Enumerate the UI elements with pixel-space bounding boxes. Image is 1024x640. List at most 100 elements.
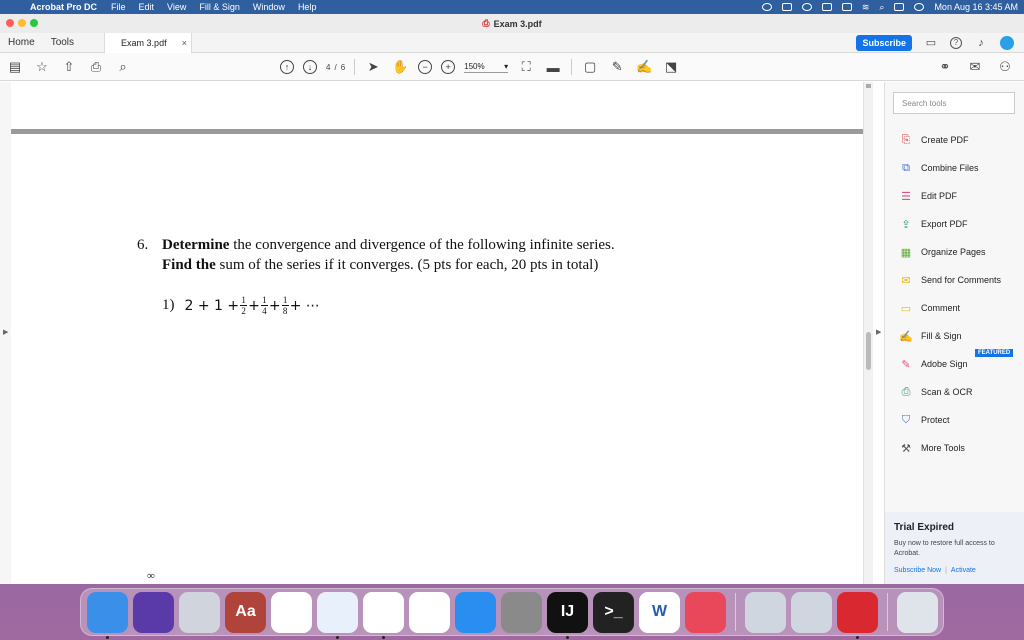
app-menu[interactable]: Acrobat Pro DC (30, 2, 97, 12)
photos-icon[interactable] (363, 591, 404, 639)
tool-create-pdf[interactable]: ⎘ Create PDF (899, 126, 1001, 154)
app-store-icon[interactable] (455, 591, 496, 633)
vertical-scrollbar[interactable] (863, 82, 873, 584)
tab-home[interactable]: Home (0, 37, 43, 48)
menu-window[interactable]: Window (253, 2, 285, 12)
safari-icon[interactable] (317, 591, 358, 639)
clock[interactable]: Mon Aug 16 3:45 AM (934, 2, 1018, 12)
menu-file[interactable]: File (111, 2, 126, 12)
notifications-bell-icon[interactable]: ♪ (972, 37, 990, 49)
spotlight-icon[interactable]: ⌕ (879, 2, 884, 13)
status-flag-icon[interactable] (821, 3, 832, 11)
siri-menubar-icon[interactable] (914, 3, 925, 11)
tool-adobe-sign[interactable]: ✎ Adobe Sign FEATURED (899, 349, 1014, 378)
word-icon[interactable]: W (639, 591, 680, 633)
chevron-down-icon: ▾ (504, 61, 509, 71)
zoom-in-icon[interactable]: + (441, 60, 456, 74)
status-timer-icon[interactable] (801, 3, 812, 11)
siri-icon[interactable] (133, 591, 174, 633)
tool-protect[interactable]: ⛉ Protect (899, 406, 1001, 434)
tool-export-pdf[interactable]: ⇪ Export PDF (899, 210, 1001, 238)
tool-scan-ocr[interactable]: ⎙ Scan & OCR (899, 378, 1001, 406)
tool-label: More Tools (921, 443, 965, 453)
fraction: 1 4 (260, 295, 268, 316)
tool-comment[interactable]: ▭ Comment (899, 294, 1001, 322)
fraction: 1 8 (281, 295, 289, 316)
scrollbar-thumb[interactable] (866, 332, 871, 370)
send-comments-icon: ✉ (901, 274, 911, 287)
system-preferences-icon[interactable] (501, 591, 542, 633)
tool-send-for-comments[interactable]: ✉ Send for Comments (899, 266, 1001, 294)
search-tools-input[interactable]: Search tools (893, 92, 1015, 114)
fit-page-icon[interactable]: ⛶ (517, 59, 535, 75)
trash-icon[interactable] (897, 591, 938, 633)
tool-fill-sign[interactable]: ✍ Fill & Sign (899, 322, 1001, 350)
maximize-window-button[interactable] (30, 19, 38, 27)
previous-page-icon[interactable]: ↑ (280, 60, 294, 74)
menubar: Acrobat Pro DC File Edit View Fill & Sig… (0, 0, 1024, 14)
document-viewer[interactable]: ▶ 6. Determine the convergence and diverg… (0, 82, 884, 584)
chat-icon[interactable]: ▭ (922, 36, 940, 49)
zoom-select[interactable]: 150% ▾ (464, 61, 509, 73)
menu-view[interactable]: View (167, 2, 186, 12)
menu-fill-sign[interactable]: Fill & Sign (199, 2, 240, 12)
status-phone-icon[interactable] (781, 3, 792, 11)
stamp-tool-icon[interactable]: ⬔ (662, 59, 680, 75)
launchpad-icon[interactable] (179, 591, 220, 633)
email-icon[interactable]: ✉ (966, 59, 984, 75)
pen-tool-icon[interactable]: ✎ (608, 59, 626, 75)
expand-left-panel-icon[interactable]: ▶ (3, 328, 8, 336)
current-page-input[interactable]: 4 (326, 63, 330, 72)
save-icon[interactable]: ▤ (6, 59, 24, 75)
subscribe-now-link[interactable]: Subscribe Now (894, 567, 941, 574)
search-document-icon[interactable]: ⌕ (114, 59, 132, 75)
hand-tool-icon[interactable]: ✋ (391, 59, 409, 75)
subscribe-button[interactable]: Subscribe (856, 34, 912, 51)
sign-tool-icon[interactable]: ✍ (635, 59, 653, 75)
terminal-icon[interactable]: >_ (593, 591, 634, 633)
fraction: 1 2 (240, 295, 248, 316)
featured-badge: FEATURED (975, 349, 1014, 357)
print-icon[interactable]: ⎙ (87, 59, 105, 75)
status-app-icon[interactable] (761, 3, 772, 11)
close-tab-icon[interactable]: × (182, 38, 187, 48)
fill-sign-icon: ✍ (899, 330, 913, 343)
user-avatar[interactable] (1000, 35, 1014, 50)
intellij-icon[interactable]: IJ (547, 591, 588, 639)
page-indicator[interactable]: 4 / 6 (326, 63, 345, 72)
tool-edit-pdf[interactable]: ☰ Edit PDF (899, 182, 1001, 210)
photo-preview-icon[interactable] (791, 591, 832, 633)
tool-organize-pages[interactable]: ▦ Organize Pages (899, 238, 1001, 266)
measure-icon[interactable]: ▬ (544, 60, 562, 75)
activate-link[interactable]: Activate (951, 567, 976, 574)
control-center-icon[interactable] (894, 3, 905, 11)
add-people-icon[interactable]: ⚇ (996, 59, 1014, 75)
quicktime-icon[interactable] (745, 591, 786, 633)
share-link-icon[interactable]: ⚭ (936, 59, 954, 75)
menu-help[interactable]: Help (298, 2, 317, 12)
chrome-icon[interactable] (271, 591, 312, 633)
menu-edit[interactable]: Edit (139, 2, 155, 12)
preview-icon[interactable] (409, 591, 450, 633)
left-panel-collapsed[interactable]: ▶ (0, 82, 11, 584)
wifi-icon[interactable]: ≋ (862, 2, 870, 13)
select-arrow-icon[interactable]: ➤ (364, 59, 382, 75)
acrobat-icon[interactable] (837, 591, 878, 639)
comment-tool-icon[interactable]: ▢ (581, 59, 599, 75)
collapse-right-panel-icon[interactable]: ▶ (876, 328, 881, 336)
tool-combine-files[interactable]: ⧉ Combine Files (899, 154, 1001, 182)
tab-tools[interactable]: Tools (43, 37, 82, 48)
minimize-window-button[interactable] (18, 19, 26, 27)
dictionary-icon[interactable]: Aa (225, 591, 266, 633)
battery-icon[interactable] (841, 3, 852, 11)
upload-cloud-icon[interactable]: ⇧ (60, 59, 78, 75)
zoom-out-icon[interactable]: − (418, 60, 433, 74)
tab-document[interactable]: Exam 3.pdf × (104, 32, 193, 53)
bookmark-star-icon[interactable]: ☆ (33, 59, 51, 75)
finder-icon[interactable] (87, 591, 128, 639)
close-window-button[interactable] (6, 19, 14, 27)
creative-cloud-icon[interactable] (685, 591, 726, 633)
tool-more-tools[interactable]: ⚒ More Tools (899, 434, 1001, 462)
help-icon[interactable]: ? (950, 36, 962, 49)
next-page-icon[interactable]: ↓ (303, 60, 317, 74)
